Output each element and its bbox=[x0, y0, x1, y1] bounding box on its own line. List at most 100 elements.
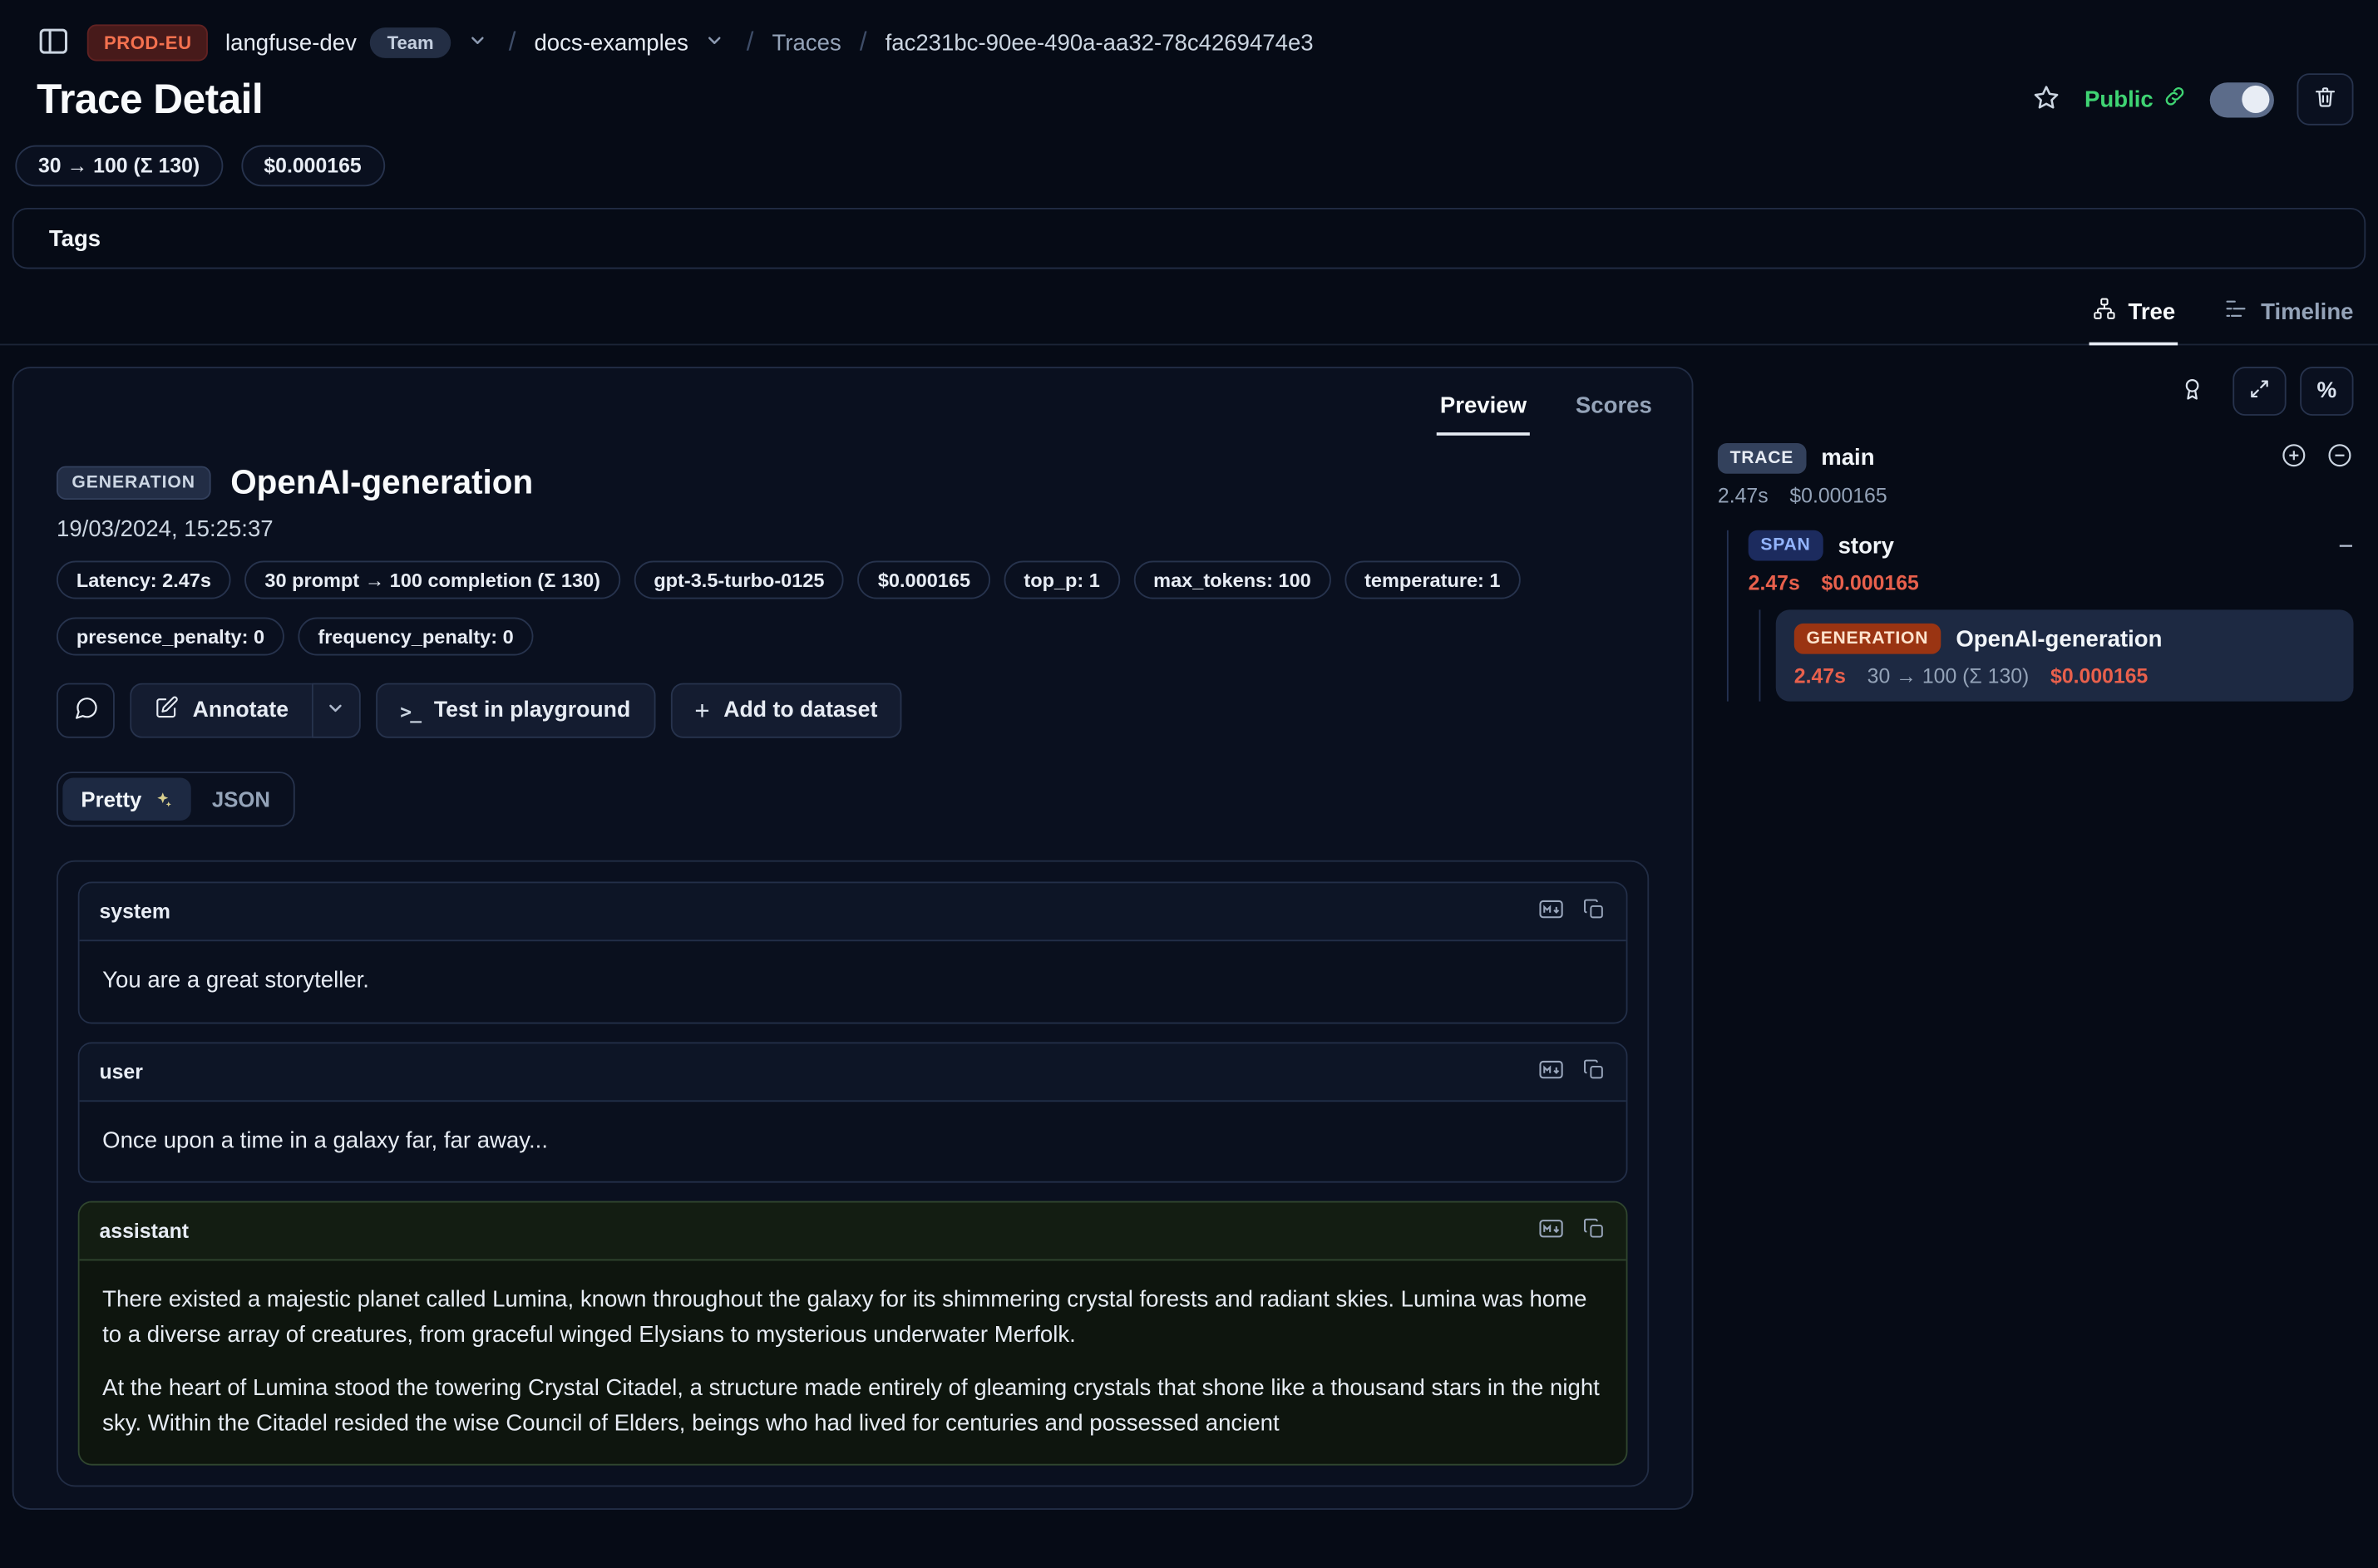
add-to-dataset-label: Add to dataset bbox=[723, 698, 877, 722]
copy-button[interactable] bbox=[1581, 1215, 1606, 1247]
observation-detail-card: Preview Scores GENERATION OpenAI-generat… bbox=[12, 367, 1694, 1510]
markdown-toggle-button[interactable] bbox=[1537, 1215, 1565, 1247]
zoom-out-button[interactable] bbox=[2326, 441, 2353, 474]
tab-timeline-label: Timeline bbox=[2261, 298, 2353, 324]
format-json-button[interactable]: JSON bbox=[194, 778, 289, 821]
copy-icon bbox=[1581, 897, 1606, 926]
minus-circle-icon bbox=[2326, 441, 2353, 474]
cost-chip[interactable]: $0.000165 bbox=[241, 145, 384, 187]
annotate-dropdown-button[interactable] bbox=[312, 683, 361, 738]
markdown-toggle-button[interactable] bbox=[1537, 1055, 1565, 1087]
generation-name: OpenAI-generation bbox=[1956, 626, 2162, 652]
chevron-down-icon bbox=[705, 31, 725, 55]
trace-metrics: 2.47s $0.000165 bbox=[1718, 485, 2354, 508]
cost-pill[interactable]: $0.000165 bbox=[858, 561, 990, 599]
frequency-penalty-pill[interactable]: frequency_penalty: 0 bbox=[298, 618, 534, 656]
message-paragraph: You are a great storyteller. bbox=[102, 964, 1603, 998]
breadcrumb-project[interactable]: docs-examples bbox=[534, 30, 688, 56]
toggle-knob bbox=[2242, 86, 2269, 113]
tree-node-trace[interactable]: TRACE main bbox=[1718, 441, 2354, 474]
breadcrumb: langfuse-dev Team / docs-examples / Trac… bbox=[225, 27, 1314, 58]
observation-title: OpenAI-generation bbox=[230, 463, 533, 503]
copy-button[interactable] bbox=[1581, 895, 1606, 928]
presence-penalty-pill[interactable]: presence_penalty: 0 bbox=[57, 618, 284, 656]
copy-button[interactable] bbox=[1581, 1055, 1606, 1087]
model-pill[interactable]: gpt-3.5-turbo-0125 bbox=[634, 561, 844, 599]
project-switcher-chevron[interactable] bbox=[702, 31, 728, 55]
message-role-label: system bbox=[99, 900, 170, 924]
main-content: Preview Scores GENERATION OpenAI-generat… bbox=[0, 345, 2378, 1510]
message-content: There existed a majestic planet called L… bbox=[80, 1260, 1626, 1463]
message-assistant: assistant There existed bbox=[78, 1201, 1628, 1466]
generation-cost: $0.000165 bbox=[2050, 665, 2148, 688]
collapse-node-button[interactable]: − bbox=[2338, 533, 2353, 559]
annotation-queue-button[interactable] bbox=[2165, 367, 2218, 416]
tab-preview[interactable]: Preview bbox=[1437, 383, 1530, 435]
tree-icon bbox=[2091, 297, 2115, 328]
message-system: system You are a great s bbox=[78, 882, 1628, 1023]
observation-type-badge: GENERATION bbox=[57, 466, 210, 500]
percent-icon: % bbox=[2316, 379, 2336, 403]
format-pretty-button[interactable]: Pretty bbox=[62, 778, 190, 821]
org-switcher-chevron[interactable] bbox=[464, 31, 490, 55]
app-window: PROD-EU langfuse-dev Team / docs-example… bbox=[0, 0, 2378, 1568]
tab-timeline[interactable]: Timeline bbox=[2221, 284, 2356, 346]
top-p-pill[interactable]: top_p: 1 bbox=[1004, 561, 1119, 599]
tab-tree[interactable]: Tree bbox=[2089, 284, 2178, 346]
expand-collapse-button[interactable] bbox=[2232, 367, 2286, 416]
span-children: GENERATION OpenAI-generation 2.47s 30 → … bbox=[1759, 609, 2354, 701]
playground-label: Test in playground bbox=[434, 698, 630, 722]
plus-circle-icon bbox=[2280, 441, 2307, 474]
format-json-label: JSON bbox=[212, 787, 270, 811]
public-label: Public bbox=[2084, 86, 2154, 112]
annotate-label: Annotate bbox=[193, 698, 289, 722]
message-paragraph: At the heart of Lumina stood the towerin… bbox=[102, 1373, 1603, 1442]
breadcrumb-traces[interactable]: Traces bbox=[772, 30, 841, 56]
observation-timestamp: 19/03/2024, 15:25:37 bbox=[57, 516, 1649, 542]
tree-node-generation-selected[interactable]: GENERATION OpenAI-generation 2.47s 30 → … bbox=[1776, 609, 2354, 701]
generation-metrics: 2.47s 30 → 100 (Σ 130) $0.000165 bbox=[1794, 665, 2336, 688]
span-cost: $0.000165 bbox=[1822, 571, 1919, 594]
tab-scores[interactable]: Scores bbox=[1572, 383, 1655, 435]
bookmark-trace-button[interactable] bbox=[2031, 81, 2062, 116]
sidebar-toggle-button[interactable] bbox=[37, 23, 70, 62]
token-usage-chip[interactable]: 30 → 100 (Σ 130) bbox=[15, 145, 222, 187]
sparkles-icon bbox=[152, 789, 172, 809]
tree-node-span[interactable]: SPAN story − bbox=[1749, 530, 2354, 561]
breadcrumb-separator: / bbox=[742, 27, 758, 58]
message-paragraph: There existed a majestic planet called L… bbox=[102, 1284, 1603, 1353]
breadcrumb-org[interactable]: langfuse-dev bbox=[225, 30, 357, 56]
zoom-in-button[interactable] bbox=[2280, 441, 2307, 474]
public-toggle[interactable] bbox=[2210, 81, 2274, 116]
star-icon bbox=[2031, 81, 2062, 116]
latency-pill[interactable]: Latency: 2.47s bbox=[57, 561, 231, 599]
toggle-percent-metrics-button[interactable]: % bbox=[2300, 367, 2353, 416]
tags-section[interactable]: Tags bbox=[12, 208, 2366, 269]
markdown-toggle-button[interactable] bbox=[1537, 895, 1565, 928]
annotate-button[interactable]: Annotate bbox=[130, 683, 311, 738]
message-user: user Once upon a time in bbox=[78, 1042, 1628, 1183]
trace-summary-chips: 30 → 100 (Σ 130) $0.000165 bbox=[0, 145, 2378, 187]
add-to-dataset-button[interactable]: + Add to dataset bbox=[670, 683, 902, 738]
comment-button[interactable] bbox=[57, 683, 115, 738]
environment-badge: PROD-EU bbox=[87, 24, 209, 61]
copy-icon bbox=[1581, 1216, 1606, 1245]
temperature-pill[interactable]: temperature: 1 bbox=[1344, 561, 1520, 599]
generation-badge: GENERATION bbox=[1794, 624, 1941, 654]
generation-tokens: 30 → 100 (Σ 130) bbox=[1867, 665, 2030, 688]
message-content: Once upon a time in a galaxy far, far aw… bbox=[80, 1101, 1626, 1181]
view-tabs: Tree Timeline bbox=[0, 284, 2378, 346]
max-tokens-pill[interactable]: max_tokens: 100 bbox=[1133, 561, 1330, 599]
expand-icon bbox=[2248, 377, 2272, 406]
message-paragraph: Once upon a time in a galaxy far, far aw… bbox=[102, 1124, 1603, 1158]
trace-badge: TRACE bbox=[1718, 442, 1806, 473]
token-breakdown-pill[interactable]: 30 prompt → 100 completion (Σ 130) bbox=[244, 561, 619, 599]
span-metrics: 2.47s $0.000165 bbox=[1749, 571, 2354, 594]
trace-children: SPAN story − 2.47s $0.000165 GENERA bbox=[1727, 530, 2354, 702]
panel-tabs: Preview Scores bbox=[14, 368, 1692, 436]
messages-container: system You are a great s bbox=[57, 860, 1649, 1487]
generation-latency: 2.47s bbox=[1794, 665, 1846, 688]
message-role-label: assistant bbox=[99, 1220, 189, 1243]
test-in-playground-button[interactable]: >_ Test in playground bbox=[376, 683, 655, 738]
delete-trace-button[interactable] bbox=[2297, 73, 2354, 125]
